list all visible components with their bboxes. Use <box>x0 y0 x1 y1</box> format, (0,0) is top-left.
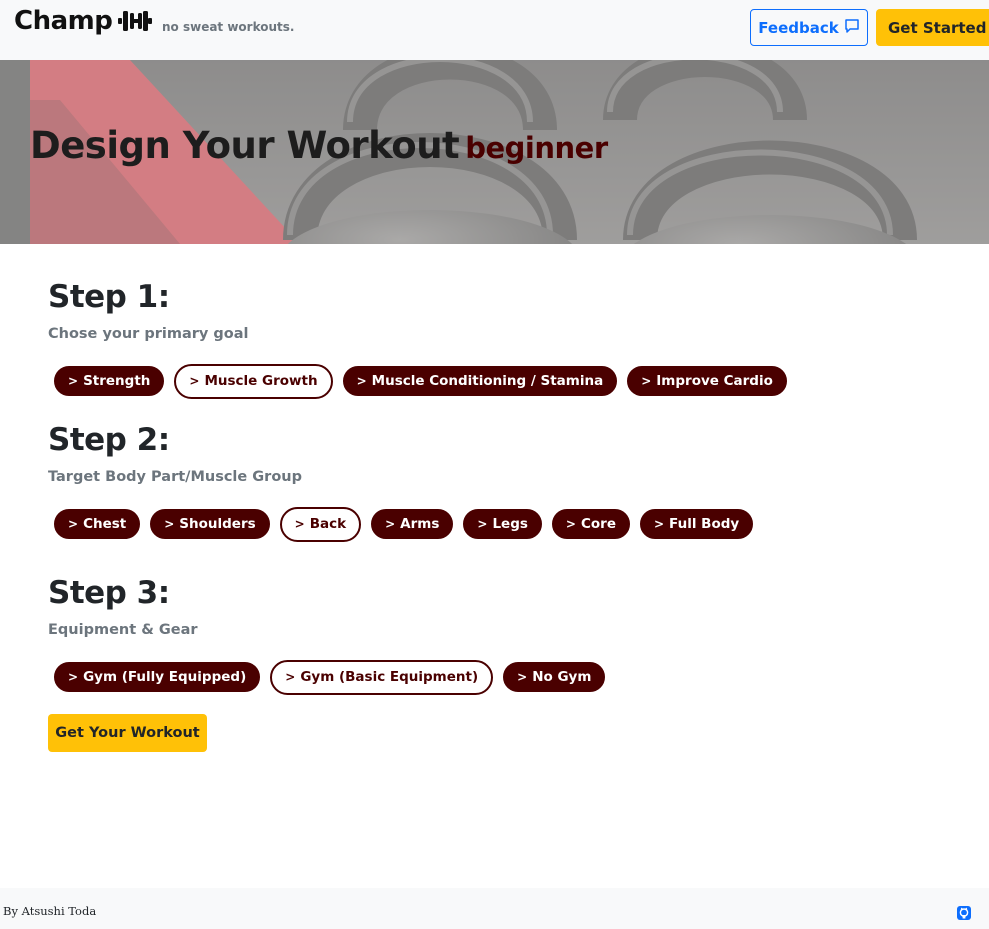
chevron-right-icon: > <box>477 517 488 531</box>
body-option-shoulders[interactable]: > Shoulders <box>150 509 270 539</box>
get-started-label: Get Started <box>888 18 987 37</box>
chevron-right-icon: > <box>68 374 79 388</box>
brand-name: Champ <box>14 6 113 36</box>
goal-option-muscle-conditioning[interactable]: > Muscle Conditioning / Stamina <box>342 366 618 396</box>
goal-options: > Strength > Muscle Growth > Muscle Cond… <box>54 363 787 399</box>
footer-author: By Atsushi Toda <box>3 904 97 918</box>
chevron-right-icon: > <box>641 374 652 388</box>
body-option-arms[interactable]: > Arms <box>371 509 454 539</box>
equipment-option-no-gym[interactable]: > No Gym <box>503 662 606 692</box>
chevron-right-icon: > <box>285 670 296 684</box>
level-badge: beginner <box>465 131 608 165</box>
chevron-right-icon: > <box>653 517 665 531</box>
step-2-title: Step 2: <box>48 422 170 458</box>
goal-option-muscle-growth[interactable]: > Muscle Growth <box>174 363 333 399</box>
feedback-label: Feedback <box>758 18 839 37</box>
chevron-right-icon: > <box>189 374 200 388</box>
dumbbell-icon <box>118 9 153 33</box>
github-icon[interactable] <box>957 905 971 920</box>
chevron-right-icon: > <box>164 517 175 531</box>
option-label: Gym (Fully Equipped) <box>83 669 247 685</box>
chevron-right-icon: > <box>385 517 396 531</box>
option-label: Legs <box>492 516 528 532</box>
body-option-legs[interactable]: > Legs <box>463 509 542 539</box>
equipment-option-gym-full[interactable]: > Gym (Fully Equipped) <box>54 662 261 692</box>
footer: By Atsushi Toda <box>0 888 989 929</box>
equipment-options: > Gym (Fully Equipped) > Gym (Basic Equi… <box>54 659 606 695</box>
step-1-title: Step 1: <box>48 279 170 315</box>
chevron-right-icon: > <box>68 517 79 531</box>
get-started-button[interactable]: Get Started <box>876 9 989 46</box>
option-label: Muscle Conditioning / Stamina <box>371 373 604 389</box>
chevron-right-icon: > <box>517 670 528 684</box>
page-title: Design Your Workout beginner <box>30 124 608 167</box>
option-label: Strength <box>83 373 151 389</box>
hero-banner: Design Your Workout beginner <box>0 60 989 244</box>
feedback-button[interactable]: Feedback <box>750 9 868 46</box>
goal-option-strength[interactable]: > Strength <box>54 366 165 396</box>
step-3-subtitle: Equipment & Gear <box>48 622 198 638</box>
body-option-core[interactable]: > Core <box>551 509 630 539</box>
page-title-text: Design Your Workout <box>30 124 460 167</box>
step-1-subtitle: Chose your primary goal <box>48 326 249 342</box>
option-label: Back <box>309 516 347 532</box>
navbar: Champ no sweat workouts. Feedback Get St… <box>0 0 989 60</box>
option-label: Full Body <box>669 516 740 532</box>
option-label: Chest <box>83 516 127 532</box>
option-label: Muscle Growth <box>204 373 318 389</box>
tagline: no sweat workouts. <box>162 20 295 34</box>
option-label: Arms <box>400 516 440 532</box>
equipment-option-gym-basic[interactable]: > Gym (Basic Equipment) <box>270 659 494 695</box>
option-label: Gym (Basic Equipment) <box>300 669 479 685</box>
brand-logo[interactable]: Champ <box>14 6 153 36</box>
body-part-options: > Chest > Shoulders > Back > Arms > Legs… <box>54 506 754 542</box>
body-option-back[interactable]: > Back <box>279 506 362 542</box>
chevron-right-icon: > <box>294 517 305 531</box>
option-label: Improve Cardio <box>656 373 773 389</box>
step-2-subtitle: Target Body Part/Muscle Group <box>48 469 302 485</box>
step-3-title: Step 3: <box>48 575 170 611</box>
option-label: Shoulders <box>179 516 256 532</box>
body-option-full-body[interactable]: > Full Body <box>639 509 754 539</box>
chevron-right-icon: > <box>565 517 576 531</box>
option-label: Core <box>580 516 616 532</box>
get-workout-button[interactable]: Get Your Workout <box>48 714 207 752</box>
chevron-right-icon: > <box>356 374 367 388</box>
goal-option-improve-cardio[interactable]: > Improve Cardio <box>627 366 787 396</box>
option-label: No Gym <box>532 669 592 685</box>
chat-icon <box>844 18 860 38</box>
chevron-right-icon: > <box>68 670 79 684</box>
body-option-chest[interactable]: > Chest <box>54 509 141 539</box>
